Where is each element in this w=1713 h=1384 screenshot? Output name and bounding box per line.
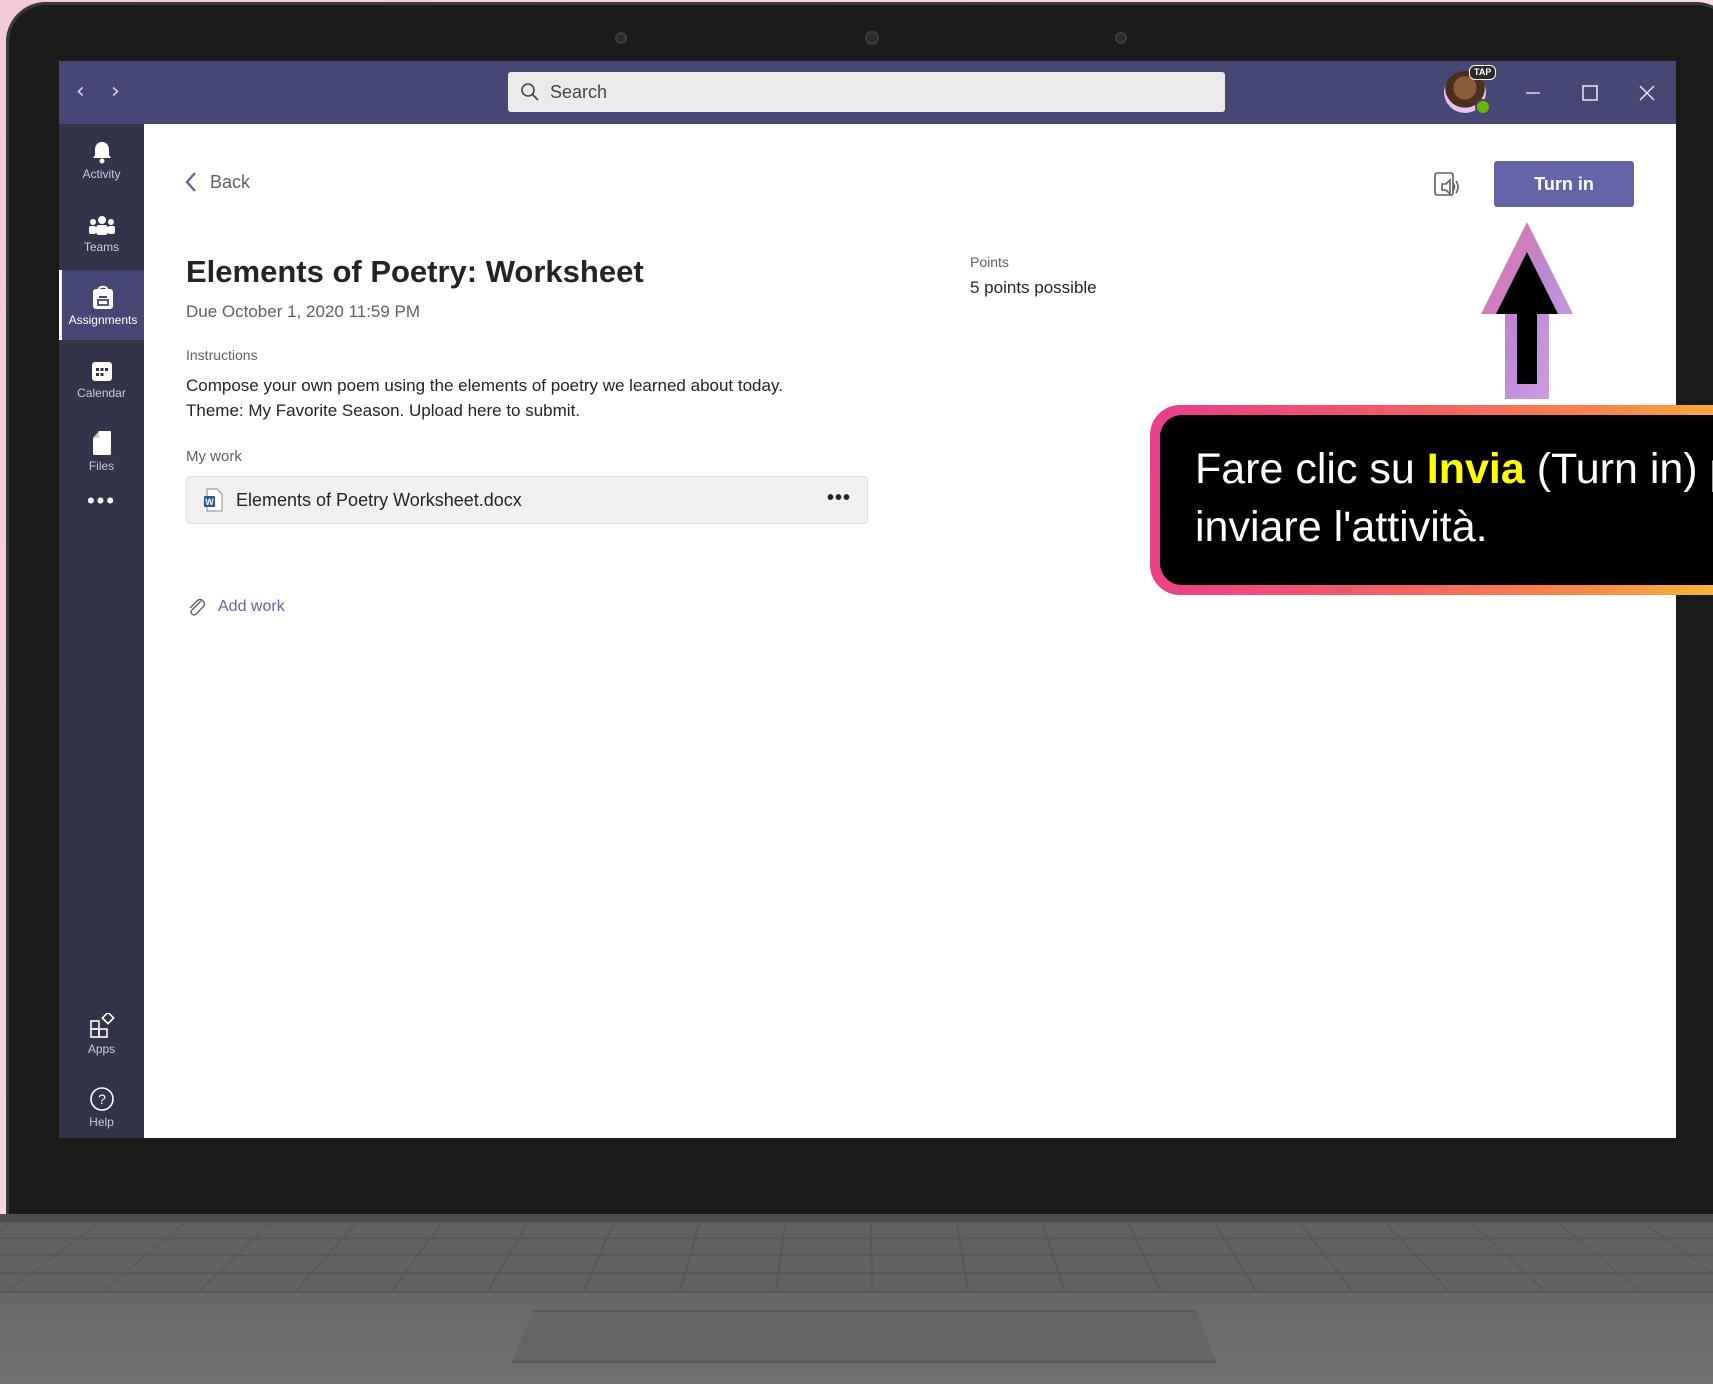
word-file-icon: W (204, 488, 223, 512)
rail-item-teams[interactable]: Teams (59, 197, 144, 267)
more-apps-button[interactable]: ••• (59, 477, 144, 525)
rail-item-files[interactable]: Files (59, 416, 144, 486)
rail-label: Teams (83, 239, 120, 254)
help-icon: ? (89, 1086, 114, 1111)
file-name: Elements of Poetry Worksheet.docx (236, 489, 522, 510)
close-button[interactable] (1629, 75, 1665, 111)
rail-item-help[interactable]: ? Help (59, 1072, 144, 1138)
assignment-detail: Back Turn in Elements of Poetry: Workshe… (144, 124, 1676, 1138)
sensor-dot (615, 32, 627, 44)
rail-item-calendar[interactable]: Calendar (59, 343, 144, 413)
back-nav-icon[interactable]: ‹ (76, 79, 85, 104)
trackpad (512, 1310, 1217, 1363)
rail-label: Help (89, 1114, 114, 1129)
callout-line-2: inviare l'attività. (1195, 503, 1488, 551)
bell-icon (92, 141, 111, 163)
rail-label: Calendar (77, 385, 126, 400)
add-work-button[interactable]: Add work (186, 596, 285, 618)
close-icon (1639, 85, 1655, 101)
forward-nav-icon[interactable]: › (111, 79, 120, 104)
maximize-icon (1582, 85, 1598, 101)
teams-icon (88, 215, 115, 235)
rail-label: Activity (82, 166, 121, 181)
minimize-button[interactable] (1515, 75, 1551, 111)
assignments-icon (93, 285, 113, 309)
arrow-up-icon (1481, 222, 1573, 399)
paperclip-icon (189, 598, 206, 616)
back-button[interactable]: Back (184, 171, 250, 193)
callout-highlight: Invia (1426, 445, 1525, 493)
avatar-badge: TAP (1469, 65, 1497, 80)
svg-text:?: ? (98, 1091, 106, 1107)
points-label: Points (970, 254, 1009, 270)
instruction-callout: Fare clic su Invia (Turn in) per inviare… (1150, 405, 1713, 595)
svg-text:W: W (205, 497, 214, 507)
back-label: Back (210, 171, 251, 192)
attached-file[interactable]: W Elements of Poetry Worksheet.docx ••• (186, 476, 868, 524)
my-work-label: My work (186, 448, 242, 465)
more-options-button[interactable]: ••• (827, 487, 851, 510)
rail-label: Apps (87, 1041, 116, 1056)
search-icon (521, 83, 539, 101)
chevron-left-icon (185, 172, 196, 192)
due-date: Due October 1, 2020 11:59 PM (186, 302, 421, 321)
file-icon (92, 430, 111, 455)
turn-in-button[interactable]: Turn in (1494, 161, 1634, 207)
apps-icon (89, 1012, 115, 1038)
presence-available-icon (1475, 99, 1491, 115)
rail-item-apps[interactable]: Apps (59, 999, 144, 1069)
search-placeholder: Search (550, 81, 608, 102)
points-value: 5 points possible (970, 278, 1097, 297)
callout-line-1: Fare clic su Invia (Turn in) per (1195, 440, 1713, 498)
instructions-line: Theme: My Favorite Season. Upload here t… (186, 401, 581, 420)
search-input[interactable]: Search (508, 72, 1225, 112)
app-rail: Activity Teams Assignments Calendar File… (59, 124, 144, 1138)
keyboard (0, 1224, 1713, 1293)
rail-item-activity[interactable]: Activity (59, 124, 144, 194)
rail-item-assignments[interactable]: Assignments (59, 270, 144, 340)
calendar-icon (91, 361, 112, 381)
assignment-title: Elements of Poetry: Worksheet (186, 254, 644, 289)
callout-text: Fare clic su (1195, 445, 1427, 493)
immersive-reader-icon (1434, 172, 1459, 196)
rail-label: Files (88, 458, 115, 473)
immersive-reader-button[interactable] (1432, 170, 1462, 205)
teams-window: ‹ › Search TAP Activity Teams Assignment… (59, 61, 1676, 1138)
instructions-label: Instructions (186, 347, 258, 363)
instructions-line: Compose your own poem using the elements… (186, 376, 783, 395)
add-work-label: Add work (218, 598, 285, 615)
instructions-text: Compose your own poem using the elements… (186, 373, 866, 423)
minimize-icon (1526, 92, 1540, 94)
camera-icon (865, 31, 879, 45)
maximize-button[interactable] (1572, 75, 1608, 111)
rail-label: Assignments (68, 312, 138, 327)
title-bar: ‹ › Search TAP (59, 61, 1676, 124)
sensor-dot (1115, 32, 1127, 44)
callout-text: (Turn in) per (1536, 445, 1713, 493)
